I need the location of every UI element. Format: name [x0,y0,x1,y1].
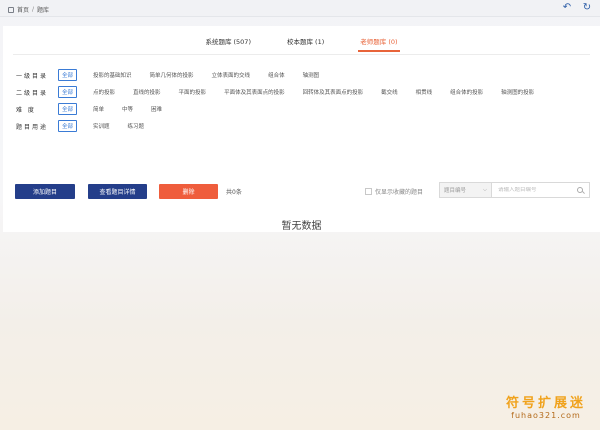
filter-option[interactable]: 平面体及其表面点的投影 [222,87,287,97]
filter-option[interactable]: 组合体 [266,70,287,80]
filter-option[interactable]: 轴测图 [301,70,322,80]
search-field-select[interactable]: 题目编号 ⌵ [440,183,492,197]
filter-option[interactable]: 轴测图的投影 [499,87,536,97]
filter-option[interactable]: 全部 [58,120,78,132]
filter-option[interactable]: 简单 [91,104,106,114]
filter-option[interactable]: 立体表面的交线 [210,70,253,80]
filter-option[interactable]: 投影的基础知识 [91,70,134,80]
favorites-label: 仅显示收藏的题目 [375,189,424,196]
search-field-value: 题目编号 [444,188,467,194]
chevron-down-icon: ⌵ [482,186,487,193]
filter-option[interactable]: 全部 [58,103,78,115]
breadcrumb-home[interactable]: 首页 [17,5,29,14]
back-icon[interactable]: ↶ [562,3,572,13]
filter-option[interactable]: 回转体及其表面点的投影 [301,87,366,97]
filter-option[interactable]: 中等 [120,104,135,114]
tab-divider [13,54,590,55]
filter-option[interactable]: 点的投影 [91,87,117,97]
total-count: 共0条 [226,189,242,196]
filter-option[interactable]: 组合体的投影 [448,87,485,97]
favorites-only-toggle[interactable]: 仅显示收藏的题目 [365,187,423,196]
watermark-title: 符号扩展迷 [505,396,586,411]
view-detail-button[interactable]: 查看题目详情 [88,184,147,199]
filter-row-level1: 一级目录 全部 投影的基础知识 简单几何体的投影 立体表面的交线 组合体 轴测图 [16,69,550,81]
filter-panel: 一级目录 全部 投影的基础知识 简单几何体的投影 立体表面的交线 组合体 轴测图… [16,69,550,137]
empty-state: 暂无数据 [281,221,322,232]
tab-bar: 系统题库 (507) 校本题库 (1) 老师题库 (0) [3,36,600,52]
refresh-icon[interactable]: ↻ [582,3,592,13]
filter-option[interactable]: 困难 [149,104,164,114]
filter-option[interactable]: 练习题 [126,121,147,131]
filter-option[interactable]: 简单几何体的投影 [148,70,196,80]
breadcrumb: 首页 / 题库 [8,5,49,14]
filter-option[interactable]: 平面的投影 [177,87,209,97]
watermark-url: fuhao321.com [511,411,581,420]
search-icon[interactable] [577,187,583,193]
top-bar: 首页 / 题库 ↶ ↻ [0,0,600,17]
filter-option[interactable]: 实训题 [91,121,112,131]
tab-teacher-bank[interactable]: 老师题库 (0) [358,36,400,52]
search-group: 题目编号 ⌵ [439,182,590,198]
tab-school-bank[interactable]: 校本题库 (1) [287,36,324,52]
delete-button[interactable]: 删除 [159,184,218,199]
tab-system-bank[interactable]: 系统题库 (507) [205,36,251,52]
filter-option[interactable]: 截交线 [379,87,400,97]
filter-label: 二级目录 [16,89,49,97]
filter-label: 一级目录 [16,72,49,80]
filter-option[interactable]: 全部 [58,69,78,81]
add-question-button[interactable]: 添加题目 [15,184,75,199]
question-bank-card: 系统题库 (507) 校本题库 (1) 老师题库 (0) 一级目录 全部 投影的… [3,26,600,232]
filter-row-difficulty: 难 度 全部 简单 中等 困难 [16,103,550,115]
filter-row-level2: 二级目录 全部 点的投影 直线的投影 平面的投影 平面体及其表面点的投影 回转体… [16,86,550,98]
filter-option[interactable]: 全部 [58,86,78,98]
search-input[interactable] [498,187,568,193]
filter-row-purpose: 题目用途 全部 实训题 练习题 [16,120,550,132]
filter-label: 题目用途 [16,123,49,131]
action-bar: 添加题目 查看题目详情 删除 共0条 [15,184,242,199]
home-icon [8,6,14,13]
favorites-checkbox[interactable] [365,188,372,195]
filter-label: 难 度 [16,106,36,114]
watermark-logo: 符号扩展迷 fuhao321.com [506,392,586,420]
breadcrumb-separator: / [32,6,35,13]
breadcrumb-current: 题库 [37,7,50,14]
filter-option[interactable]: 直线的投影 [131,87,163,97]
filter-option[interactable]: 相贯线 [414,87,435,97]
